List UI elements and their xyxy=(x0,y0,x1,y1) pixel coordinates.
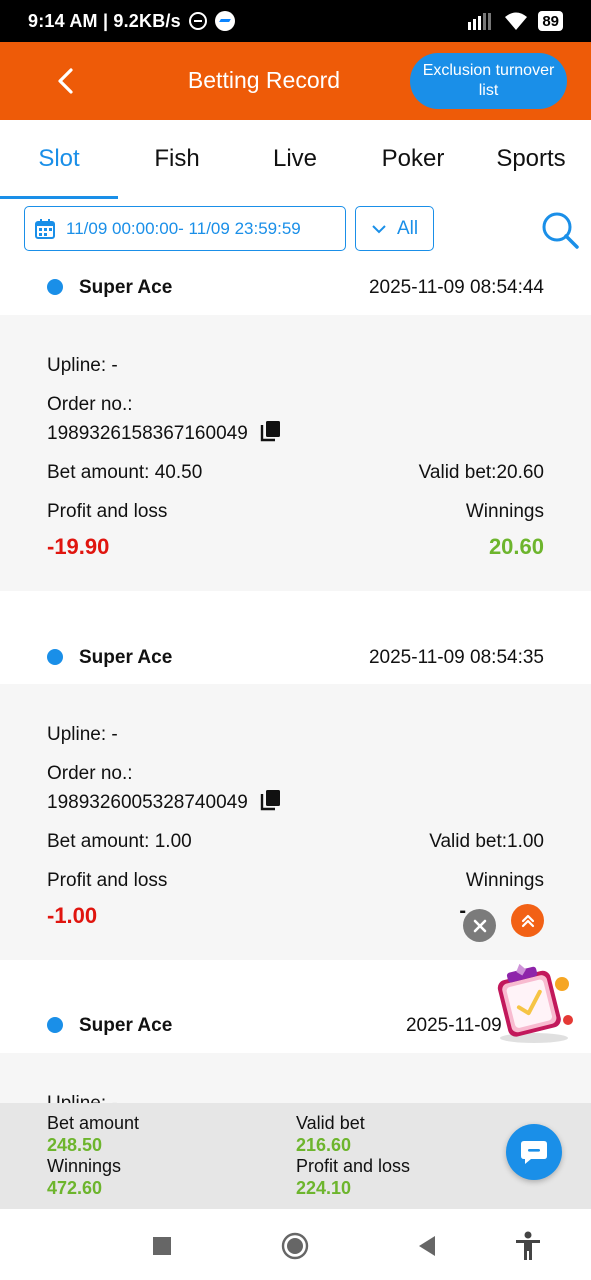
filter-bar: 11/09 00:00:00- 11/09 23:59:59 All xyxy=(0,200,591,260)
record-header: Super Ace 2025-11-09 08:54:44 xyxy=(0,260,591,315)
promo-gift-icon[interactable] xyxy=(488,960,576,1044)
valid-bet: Valid bet:20.60 xyxy=(418,462,544,483)
status-select-value: All xyxy=(396,217,419,239)
summary-valid-bet: 216.60 xyxy=(296,1135,352,1155)
order-no-label: Order no.: xyxy=(47,763,133,784)
tab-sports[interactable]: Sports xyxy=(472,120,590,200)
bet-amount: Bet amount: 40.50 xyxy=(47,462,203,483)
profit-loss-value: -1.00 xyxy=(47,903,98,928)
result-labels-row: Profit and loss Winnings xyxy=(47,870,544,892)
recent-apps-button[interactable] xyxy=(147,1231,177,1261)
record-card: Upline: - Order no.: 1989326158367160049… xyxy=(0,315,591,591)
valid-bet: Valid bet:1.00 xyxy=(429,831,544,852)
home-circle-icon xyxy=(281,1232,309,1260)
summary-bet-amount: 248.50 xyxy=(47,1135,103,1155)
game-name: Super Ace xyxy=(79,277,173,298)
divider xyxy=(0,591,591,629)
messenger-icon xyxy=(214,11,235,31)
summary-valid-bet-label: Valid bet xyxy=(296,1113,365,1133)
wifi-icon xyxy=(505,12,528,30)
order-no-row: 1989326005328740049 xyxy=(47,789,544,814)
record-card: Upline: - xyxy=(0,1053,591,1103)
system-nav-bar xyxy=(0,1209,591,1280)
status-bar: 9:14 AM | 9.2KB/s 89 xyxy=(0,0,591,42)
bet-amount: Bet amount: 1.00 xyxy=(47,831,192,852)
search-icon[interactable] xyxy=(540,210,580,250)
winnings-value: 20.60 xyxy=(488,534,544,559)
upline-label: Upline: - xyxy=(47,1093,544,1103)
record-time: 2025-11-09 08:54:35 xyxy=(368,647,544,668)
game-name: Super Ace xyxy=(79,1015,173,1036)
status-dot xyxy=(47,1017,63,1033)
upline-label: Upline: - xyxy=(47,355,118,376)
bet-row: Bet amount: 1.00 Valid bet:1.00 xyxy=(47,831,544,853)
record-header: Super Ace 2025-11-09 08:54:35 xyxy=(0,629,591,684)
close-icon xyxy=(473,919,486,932)
date-range-text: 11/09 00:00:00- 11/09 23:59:59 xyxy=(66,218,301,238)
category-tabs: Slot Fish Live Poker Sports xyxy=(0,120,591,200)
order-no-value: 1989326158367160049 xyxy=(47,423,248,444)
copy-icon[interactable] xyxy=(259,789,281,811)
chat-support-button[interactable] xyxy=(506,1124,562,1180)
record-time: 2025-11-09 08:54:44 xyxy=(368,277,544,298)
status-select[interactable]: All xyxy=(355,206,434,251)
double-chevron-up-icon xyxy=(521,914,534,927)
summary-profit-loss-label: Profit and loss xyxy=(296,1156,411,1176)
order-no-row: 1989326158367160049 xyxy=(47,420,544,445)
copy-icon[interactable] xyxy=(259,420,281,442)
home-button[interactable] xyxy=(280,1231,310,1261)
tab-slot[interactable]: Slot xyxy=(0,120,118,200)
chat-bubble-icon xyxy=(521,1141,547,1164)
chevron-down-icon xyxy=(372,224,386,233)
profit-loss-value: -19.90 xyxy=(47,534,110,559)
tab-live[interactable]: Live xyxy=(236,120,354,200)
app-header: Betting Record Exclusion turnover list xyxy=(0,42,591,120)
summary-panel: Bet amount 248.50 Valid bet 216.60 Winni… xyxy=(0,1103,591,1209)
winnings-label: Winnings xyxy=(465,870,544,891)
status-time: 9:14 AM | 9.2KB/s xyxy=(28,10,181,31)
record-card: Upline: - Order no.: 1989326005328740049… xyxy=(0,684,591,960)
bet-row: Bet amount: 40.50 Valid bet:20.60 xyxy=(47,462,544,484)
winnings-label: Winnings xyxy=(465,501,544,522)
square-icon xyxy=(153,1237,171,1255)
summary-bet-amount-label: Bet amount xyxy=(47,1113,140,1133)
profit-loss-label: Profit and loss xyxy=(47,870,168,891)
profit-loss-label: Profit and loss xyxy=(47,501,168,522)
order-no-label: Order no.: xyxy=(47,394,133,415)
signal-icon xyxy=(468,13,492,30)
do-not-disturb-icon xyxy=(188,12,207,30)
summary-winnings-label: Winnings xyxy=(47,1156,122,1176)
calendar-icon xyxy=(35,218,55,239)
triangle-back-icon xyxy=(419,1236,435,1256)
game-name: Super Ace xyxy=(79,647,173,668)
summary-profit-loss: 224.10 xyxy=(296,1178,352,1198)
summary-winnings: 472.60 xyxy=(47,1178,103,1198)
accessibility-button[interactable] xyxy=(513,1231,543,1261)
scroll-top-button[interactable] xyxy=(511,904,544,937)
close-widget-button[interactable] xyxy=(463,909,496,942)
upline-label: Upline: - xyxy=(47,724,118,745)
status-dot xyxy=(47,279,63,295)
back-nav-button[interactable] xyxy=(412,1231,442,1261)
exclusion-turnover-button[interactable]: Exclusion turnover list xyxy=(410,53,567,109)
date-range-picker[interactable]: 11/09 00:00:00- 11/09 23:59:59 xyxy=(24,206,346,251)
status-dot xyxy=(47,649,63,665)
order-no-value: 1989326005328740049 xyxy=(47,792,248,813)
result-labels-row: Profit and loss Winnings xyxy=(47,501,544,523)
tab-poker[interactable]: Poker xyxy=(354,120,472,200)
battery-indicator: 89 xyxy=(538,11,563,31)
tab-fish[interactable]: Fish xyxy=(118,120,236,200)
accessibility-icon xyxy=(516,1231,540,1260)
